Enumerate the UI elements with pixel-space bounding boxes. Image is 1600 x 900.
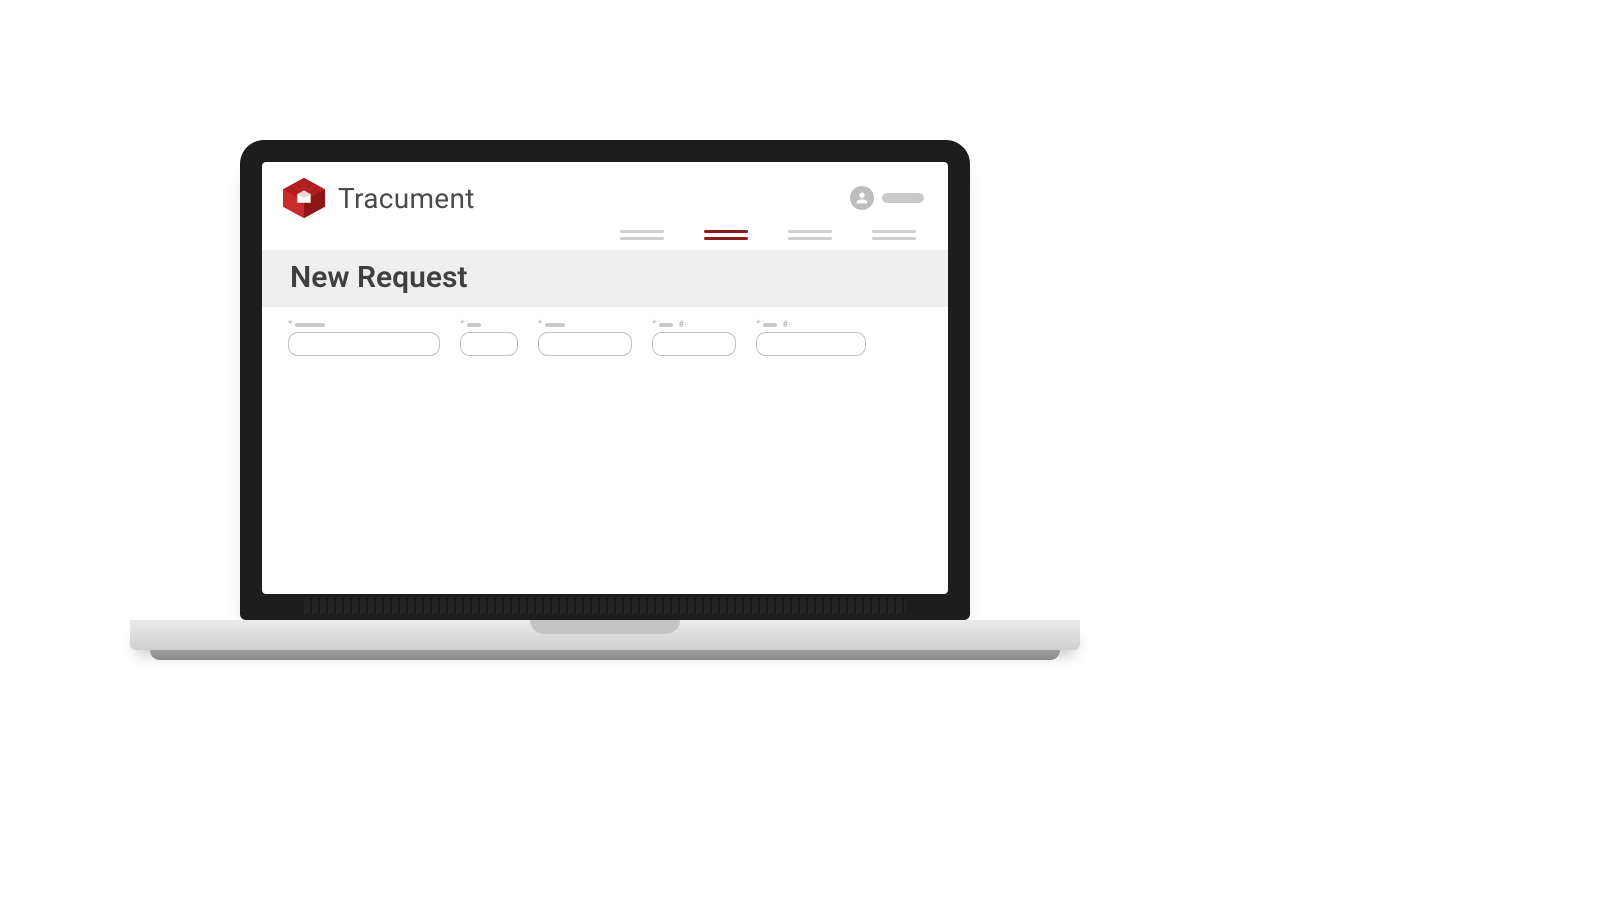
required-star-icon: * [756, 321, 760, 329]
form-input-5[interactable] [756, 332, 866, 356]
nav-line [788, 230, 832, 233]
laptop-mockup: Tracument [240, 140, 970, 660]
nav-line [704, 237, 748, 240]
nav-item-2[interactable] [704, 230, 748, 240]
label-placeholder [659, 323, 673, 327]
brand-logo-icon [280, 176, 328, 220]
page-title: New Request [290, 260, 920, 295]
navbar [262, 224, 948, 250]
required-star-icon: * [288, 321, 292, 329]
account-name-placeholder [882, 193, 924, 203]
field-label: * # [652, 321, 736, 329]
form-field-2: * [460, 321, 518, 356]
brand[interactable]: Tracument [280, 176, 475, 220]
label-placeholder [545, 323, 565, 327]
nav-item-1[interactable] [620, 230, 664, 240]
form-field-5: * # [756, 321, 866, 356]
label-suffix: # [678, 320, 684, 330]
nav-line [620, 237, 664, 240]
laptop-notch [530, 620, 680, 634]
laptop-base-bottom [150, 650, 1060, 660]
account-menu[interactable] [850, 186, 924, 210]
new-request-form: * * * [262, 307, 948, 370]
user-avatar-icon [850, 186, 874, 210]
nav-line [872, 230, 916, 233]
field-label: * # [756, 321, 866, 329]
label-placeholder [467, 323, 481, 327]
field-label: * [538, 321, 632, 329]
brand-name: Tracument [338, 182, 475, 215]
nav-line [620, 230, 664, 233]
form-field-1: * [288, 321, 440, 356]
required-star-icon: * [538, 321, 542, 329]
app-root: Tracument [262, 162, 948, 594]
form-field-3: * [538, 321, 632, 356]
laptop-lid: Tracument [240, 140, 970, 620]
nav-item-3[interactable] [788, 230, 832, 240]
form-field-4: * # [652, 321, 736, 356]
keyboard-decor [304, 598, 906, 614]
field-label: * [460, 321, 518, 329]
nav-line [704, 230, 748, 233]
form-input-4[interactable] [652, 332, 736, 356]
nav-item-4[interactable] [872, 230, 916, 240]
form-input-2[interactable] [460, 332, 518, 356]
form-input-1[interactable] [288, 332, 440, 356]
required-star-icon: * [460, 321, 464, 329]
nav-line [872, 237, 916, 240]
nav-line [788, 237, 832, 240]
required-star-icon: * [652, 321, 656, 329]
laptop-screen: Tracument [262, 162, 948, 594]
laptop-base [130, 620, 1080, 660]
laptop-base-top [130, 620, 1080, 650]
label-placeholder [295, 323, 325, 327]
topbar: Tracument [262, 162, 948, 224]
page-title-band: New Request [262, 250, 948, 307]
form-input-3[interactable] [538, 332, 632, 356]
label-suffix: # [782, 320, 788, 330]
label-placeholder [763, 323, 777, 327]
field-label: * [288, 321, 440, 329]
